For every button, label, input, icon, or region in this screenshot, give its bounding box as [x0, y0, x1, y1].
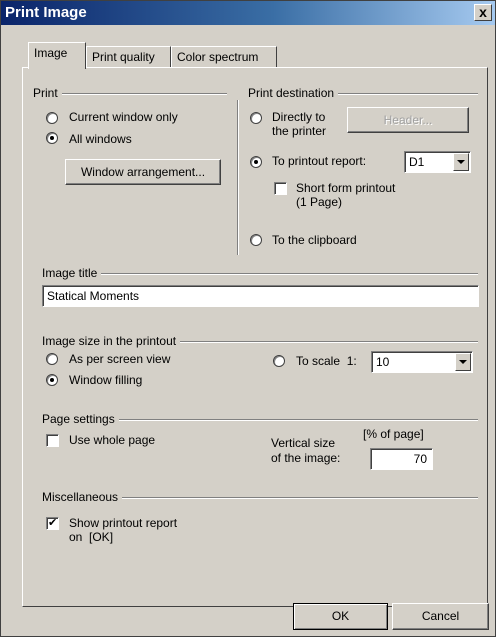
image-title-group-line [42, 273, 478, 275]
vertical-size-unit: [% of page] [363, 427, 424, 441]
radio-all-windows[interactable] [46, 132, 58, 144]
radio-directly-printer[interactable] [250, 112, 262, 124]
scale-select[interactable]: 10 [371, 351, 473, 373]
group-divider [237, 100, 239, 255]
use-whole-page-label: Use whole page [69, 433, 156, 447]
tab-print-quality[interactable]: Print quality [86, 46, 171, 68]
as-per-screen-label: As per screen view [69, 352, 171, 366]
image-title-value: Statical Moments [47, 289, 140, 303]
tab-image[interactable]: Image [28, 42, 86, 69]
chevron-down-icon[interactable] [455, 353, 471, 371]
tab-color-spectrum[interactable]: Color spectrum [171, 46, 277, 68]
cancel-button[interactable]: Cancel [392, 603, 489, 630]
radio-as-per-screen[interactable] [46, 353, 58, 365]
directly-printer-line1: Directly to [272, 110, 326, 124]
misc-group-label: Miscellaneous [42, 490, 123, 504]
vertical-size-input[interactable]: 70 [370, 448, 433, 470]
destination-group-label: Print destination [248, 86, 339, 100]
page-settings-label: Page settings [42, 412, 119, 426]
show-report-line2: on [OK] [69, 530, 114, 544]
printout-report-label: To printout report: [272, 154, 367, 168]
radio-current-window[interactable] [46, 112, 58, 124]
short-form-checkbox[interactable] [274, 182, 287, 195]
all-windows-label: All windows [69, 132, 132, 146]
print-image-dialog: Print Image x Image Print quality Color … [0, 0, 496, 637]
radio-printout-report[interactable] [250, 156, 262, 168]
radio-to-scale[interactable] [273, 355, 285, 367]
short-form-line2: (1 Page) [296, 195, 343, 209]
scale-select-value: 10 [376, 355, 390, 369]
vertical-size-line2: of the image: [271, 451, 341, 465]
window-filling-label: Window filling [69, 373, 143, 387]
image-size-label: Image size in the printout [42, 334, 181, 348]
to-scale-label: To scale 1: [296, 354, 357, 368]
chevron-down-icon[interactable] [453, 153, 469, 171]
report-select-value: D1 [409, 155, 425, 169]
directly-printer-line2: the printer [272, 124, 327, 138]
show-report-line1: Show printout report [69, 516, 178, 530]
title-bar: Print Image x [1, 1, 495, 25]
radio-window-filling[interactable] [46, 374, 58, 386]
report-select[interactable]: D1 [404, 151, 471, 173]
current-window-label: Current window only [69, 110, 178, 124]
use-whole-page-checkbox[interactable] [46, 434, 59, 447]
short-form-line1: Short form printout [296, 181, 396, 195]
close-button[interactable]: x [474, 4, 492, 21]
ok-button[interactable]: OK [293, 603, 388, 630]
header-button[interactable]: Header... [347, 107, 469, 133]
print-group-line [33, 93, 227, 95]
dialog-title: Print Image [5, 4, 87, 21]
image-title-label: Image title [42, 266, 102, 280]
image-title-input[interactable]: Statical Moments [42, 285, 479, 307]
clipboard-label: To the clipboard [272, 233, 357, 247]
show-report-checkbox[interactable] [46, 516, 59, 530]
radio-clipboard[interactable] [250, 234, 262, 246]
print-group-label: Print [33, 86, 62, 100]
window-arrangement-button[interactable]: Window arrangement... [65, 159, 221, 185]
vertical-size-value: 70 [413, 452, 427, 466]
vertical-size-line1: Vertical size [271, 436, 336, 450]
